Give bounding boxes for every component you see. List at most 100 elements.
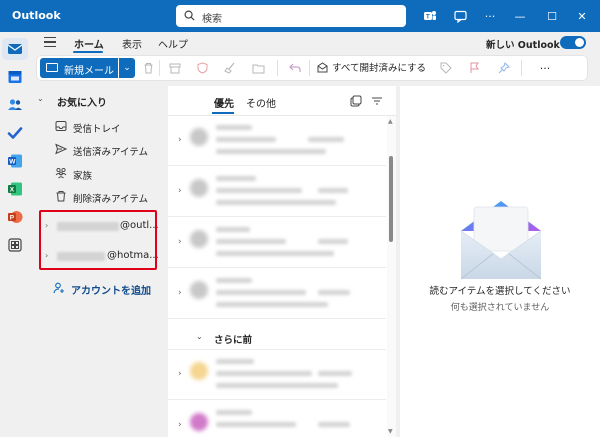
blurred-line bbox=[308, 137, 344, 142]
favorites-header[interactable]: お気に入り bbox=[57, 94, 107, 109]
delete-icon[interactable] bbox=[141, 61, 155, 75]
envelope-icon bbox=[46, 63, 58, 72]
avatar bbox=[190, 362, 208, 380]
envelope-open-icon bbox=[317, 62, 328, 73]
ribbon-tabs: ホーム 表示 ヘルプ 新しい Outlook bbox=[30, 32, 600, 54]
sweep-icon[interactable] bbox=[223, 61, 237, 75]
tab-other[interactable]: その他 bbox=[246, 95, 276, 110]
blurred-line bbox=[216, 149, 326, 154]
archive-icon[interactable] bbox=[168, 61, 182, 75]
send-icon bbox=[55, 143, 67, 155]
blurred-line bbox=[216, 290, 306, 295]
message-list-scrollbar[interactable]: ▲ ▼ bbox=[387, 116, 396, 437]
tag-icon[interactable] bbox=[439, 61, 453, 75]
hamburger-menu-icon[interactable] bbox=[44, 37, 56, 47]
title-bar: Outlook 検索 T ··· — ☐ ✕ bbox=[0, 0, 600, 32]
trash-icon bbox=[56, 191, 66, 202]
section-older[interactable]: ⌄ さらに前 bbox=[168, 326, 386, 350]
message-list: 優先 その他 › › › › ⌄ さらに前 › › ▲ ▼ bbox=[168, 86, 396, 437]
new-outlook-toggle[interactable] bbox=[560, 36, 586, 49]
ribbon-separator bbox=[309, 60, 310, 76]
message-item[interactable]: › bbox=[168, 350, 386, 400]
tab-home[interactable]: ホーム bbox=[74, 36, 104, 51]
message-list-header: 優先 その他 bbox=[168, 86, 396, 116]
avatar bbox=[190, 179, 208, 197]
undo-icon[interactable] bbox=[288, 61, 302, 75]
svg-text:W: W bbox=[9, 159, 16, 166]
accounts-highlight-box bbox=[39, 210, 157, 270]
scroll-down-icon[interactable]: ▼ bbox=[388, 428, 393, 435]
reading-pane: 読むアイテムを選択してください 何も選択されていません bbox=[400, 86, 600, 437]
message-item[interactable]: › bbox=[168, 167, 386, 217]
message-item[interactable]: › bbox=[168, 269, 386, 319]
chevron-down-icon[interactable]: ⌄ bbox=[37, 94, 44, 103]
mark-all-read-button[interactable]: すべて開封済みにする bbox=[332, 60, 426, 74]
ribbon-separator bbox=[521, 60, 522, 76]
people-app-icon[interactable] bbox=[7, 97, 23, 113]
message-item[interactable]: › bbox=[168, 116, 386, 166]
reading-pane-title: 読むアイテムを選択してください bbox=[429, 286, 571, 297]
maximize-button[interactable]: ☐ bbox=[540, 6, 564, 26]
feedback-icon[interactable] bbox=[452, 8, 468, 24]
ribbon-more-button[interactable]: ··· bbox=[537, 61, 553, 75]
active-tab-indicator bbox=[212, 112, 234, 114]
chevron-right-icon: › bbox=[178, 369, 182, 379]
filter-icon[interactable] bbox=[371, 95, 383, 107]
chevron-right-icon: › bbox=[178, 288, 182, 298]
blurred-line bbox=[318, 290, 350, 295]
ribbon-toolbar: 新規メール ⌄ すべて開封済みにする ··· bbox=[37, 56, 587, 80]
svg-text:P: P bbox=[10, 215, 15, 222]
tab-view[interactable]: 表示 bbox=[122, 36, 142, 51]
tab-help[interactable]: ヘルプ bbox=[158, 36, 188, 51]
scroll-up-icon[interactable]: ▲ bbox=[388, 118, 393, 125]
blurred-line bbox=[216, 251, 334, 256]
folder-label: 削除済みアイテム bbox=[73, 194, 149, 205]
todo-app-icon[interactable] bbox=[7, 125, 23, 141]
blurred-line bbox=[216, 227, 250, 232]
message-item[interactable]: › bbox=[168, 218, 386, 268]
ribbon-separator bbox=[277, 60, 278, 76]
blurred-line bbox=[216, 422, 296, 427]
blurred-line bbox=[318, 422, 350, 427]
add-account-label: アカウントを追加 bbox=[71, 286, 151, 297]
message-item[interactable]: › bbox=[168, 401, 386, 437]
chevron-right-icon: › bbox=[178, 237, 182, 247]
scrollbar-thumb[interactable] bbox=[389, 156, 393, 242]
report-icon[interactable] bbox=[195, 61, 209, 75]
move-to-folder-icon[interactable] bbox=[251, 61, 265, 75]
teams-icon[interactable]: T bbox=[422, 8, 438, 24]
people-icon bbox=[55, 167, 67, 179]
calendar-app-icon[interactable] bbox=[7, 69, 23, 85]
mail-app-icon[interactable] bbox=[7, 41, 23, 57]
tab-focused[interactable]: 優先 bbox=[214, 95, 234, 110]
blurred-line bbox=[216, 278, 252, 283]
excel-app-icon[interactable]: X bbox=[7, 181, 23, 197]
blurred-line bbox=[318, 371, 352, 376]
search-box[interactable]: 検索 bbox=[176, 5, 406, 27]
powerpoint-app-icon[interactable]: P bbox=[7, 209, 23, 225]
active-tab-indicator bbox=[73, 51, 103, 53]
app-title: Outlook bbox=[12, 9, 61, 22]
flag-icon[interactable] bbox=[467, 61, 481, 75]
select-mode-icon[interactable] bbox=[350, 95, 362, 107]
pin-icon[interactable] bbox=[497, 61, 511, 75]
blurred-line bbox=[216, 176, 256, 181]
chevron-right-icon: › bbox=[178, 420, 182, 430]
search-placeholder: 検索 bbox=[202, 14, 222, 25]
more-options-button[interactable]: ··· bbox=[478, 6, 502, 26]
new-mail-label: 新規メール bbox=[64, 66, 114, 77]
blurred-line bbox=[216, 302, 328, 307]
blurred-line bbox=[318, 188, 348, 193]
new-mail-button[interactable]: 新規メール bbox=[40, 58, 118, 78]
blurred-line bbox=[216, 371, 312, 376]
new-mail-dropdown-button[interactable]: ⌄ bbox=[119, 58, 135, 78]
blurred-line bbox=[216, 410, 252, 415]
word-app-icon[interactable]: W bbox=[7, 153, 23, 169]
more-apps-icon[interactable] bbox=[7, 237, 23, 253]
blurred-line bbox=[318, 239, 348, 244]
minimize-button[interactable]: — bbox=[508, 6, 532, 26]
blurred-line bbox=[216, 200, 336, 205]
open-envelope-illustration bbox=[460, 201, 542, 280]
svg-text:T: T bbox=[426, 15, 430, 21]
close-button[interactable]: ✕ bbox=[570, 6, 594, 26]
